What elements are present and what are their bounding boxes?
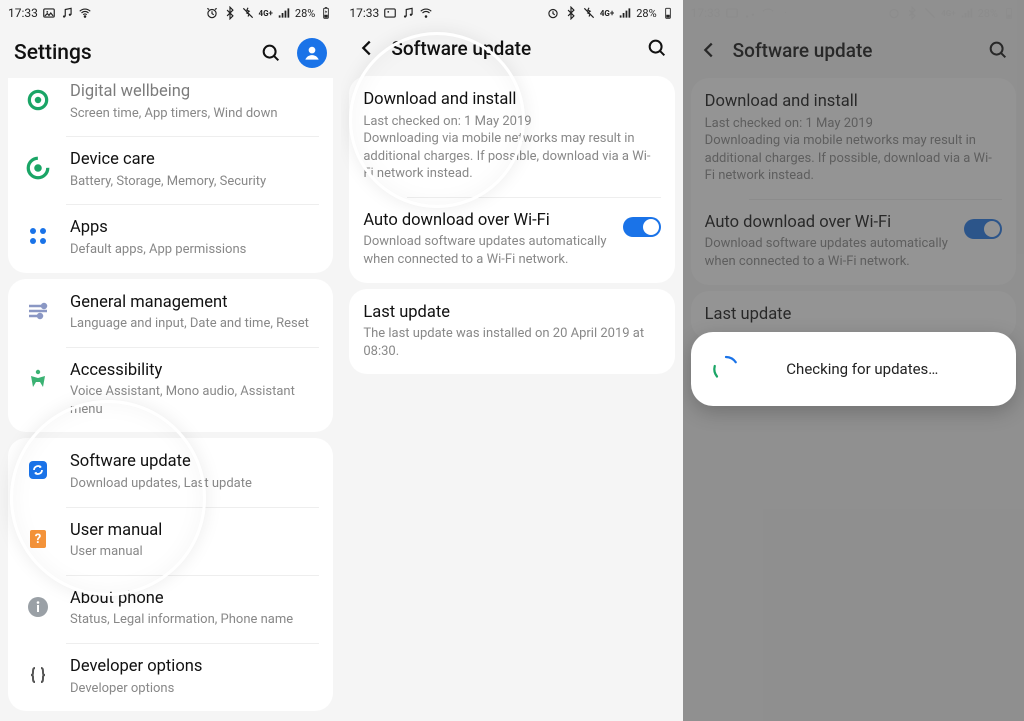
item-subtitle: Battery, Storage, Memory, Security bbox=[70, 173, 319, 191]
item-last-update[interactable]: Last update The last update was installe… bbox=[349, 289, 674, 375]
item-subtitle: Default apps, App permissions bbox=[70, 241, 319, 259]
item-title: User manual bbox=[70, 521, 319, 542]
auto-download-toggle[interactable] bbox=[623, 217, 661, 237]
status-bar: 17:33 4G+ 28% bbox=[341, 0, 682, 26]
settings-item-user-manual[interactable]: ? User manual User manual bbox=[8, 507, 333, 575]
page-title: Software update bbox=[391, 37, 632, 60]
item-title: Device care bbox=[70, 150, 319, 171]
checking-updates-dialog: Checking for updates… bbox=[691, 332, 1016, 406]
page-title: Settings bbox=[14, 41, 247, 65]
item-subtitle: Download software updates automatically … bbox=[363, 233, 612, 268]
music-icon bbox=[401, 6, 415, 20]
item-title: Last update bbox=[363, 303, 660, 324]
alarm-icon bbox=[205, 6, 219, 20]
about-icon bbox=[22, 591, 54, 623]
back-button[interactable] bbox=[355, 36, 379, 60]
developer-icon bbox=[22, 659, 54, 691]
wifi-icon bbox=[419, 6, 433, 20]
item-subtitle: Screen time, App timers, Wind down bbox=[70, 105, 319, 123]
status-time: 17:33 bbox=[349, 6, 379, 20]
bluetooth-icon bbox=[223, 6, 237, 20]
item-subtitle: Download updates, Last update bbox=[70, 475, 319, 493]
item-title: Accessibility bbox=[70, 361, 319, 382]
item-subtitle: The last update was installed on 20 Apri… bbox=[363, 325, 660, 360]
settings-item-developer[interactable]: Developer options Developer options bbox=[8, 643, 333, 711]
music-icon bbox=[60, 6, 74, 20]
settings-list[interactable]: Digital wellbeing Screen time, App timer… bbox=[0, 78, 341, 717]
item-title: About phone bbox=[70, 589, 319, 610]
settings-item-about[interactable]: About phone Status, Legal information, P… bbox=[8, 575, 333, 643]
settings-item-devicecare[interactable]: Device care Battery, Storage, Memory, Se… bbox=[8, 136, 333, 204]
settings-item-accessibility[interactable]: Accessibility Voice Assistant, Mono audi… bbox=[8, 347, 333, 433]
software-update-icon bbox=[22, 454, 54, 486]
item-title: Digital wellbeing bbox=[70, 82, 319, 103]
item-title: Developer options bbox=[70, 657, 319, 678]
user-manual-icon: ? bbox=[22, 523, 54, 555]
bluetooth-icon bbox=[564, 6, 578, 20]
battery-icon bbox=[661, 6, 675, 20]
battery-icon bbox=[319, 6, 333, 20]
item-title: Software update bbox=[70, 452, 319, 473]
phone-checking-updates: 17:33 · 4G+ 28% Software update bbox=[683, 0, 1024, 721]
settings-item-software-update[interactable]: Software update Download updates, Last u… bbox=[8, 438, 333, 506]
status-time: 17:33 bbox=[8, 6, 38, 20]
settings-group: General management Language and input, D… bbox=[8, 279, 333, 433]
image-icon bbox=[42, 6, 56, 20]
data-icon: 4G+ bbox=[600, 6, 614, 20]
settings-item-general[interactable]: General management Language and input, D… bbox=[8, 279, 333, 347]
status-bar: 17:33 4G+ 28% bbox=[0, 0, 341, 26]
signal-icon bbox=[618, 6, 632, 20]
item-subtitle: Developer options bbox=[70, 680, 319, 698]
item-title: Auto download over Wi-Fi bbox=[363, 211, 612, 232]
devicecare-icon bbox=[22, 152, 54, 184]
vibrate-icon bbox=[241, 6, 255, 20]
settings-item-apps[interactable]: Apps Default apps, App permissions bbox=[8, 204, 333, 272]
svg-text:?: ? bbox=[35, 532, 41, 547]
wellbeing-icon bbox=[22, 84, 54, 116]
item-subtitle: Voice Assistant, Mono audio, Assistant m… bbox=[70, 383, 319, 418]
item-subtitle: User manual bbox=[70, 543, 319, 561]
settings-group: Last update The last update was installe… bbox=[349, 289, 674, 375]
item-subtitle: Status, Legal information, Phone name bbox=[70, 611, 319, 629]
software-update-header: Software update bbox=[341, 26, 682, 70]
accessibility-icon bbox=[22, 363, 54, 395]
item-auto-download[interactable]: Auto download over Wi-Fi Download softwa… bbox=[349, 197, 674, 283]
account-button[interactable] bbox=[297, 38, 327, 68]
signal-icon bbox=[277, 6, 291, 20]
settings-header: Settings bbox=[0, 26, 341, 78]
general-icon bbox=[22, 295, 54, 327]
settings-item-wellbeing[interactable]: Digital wellbeing Screen time, App timer… bbox=[8, 78, 333, 136]
settings-group: Download and install Last checked on: 1 … bbox=[349, 76, 674, 283]
settings-group: Digital wellbeing Screen time, App timer… bbox=[8, 78, 333, 273]
item-title: Download and install bbox=[363, 90, 660, 111]
apps-icon bbox=[22, 220, 54, 252]
vibrate-icon bbox=[582, 6, 596, 20]
item-subtitle: Last checked on: 1 May 2019 Downloading … bbox=[363, 113, 660, 183]
image-icon bbox=[383, 6, 397, 20]
search-button[interactable] bbox=[645, 36, 669, 60]
alarm-icon bbox=[546, 6, 560, 20]
data-icon: 4G+ bbox=[259, 6, 273, 20]
phone-settings: 17:33 4G+ 28% Settings bbox=[0, 0, 341, 721]
status-battery-text: 28% bbox=[295, 7, 315, 20]
wifi-icon bbox=[78, 6, 92, 20]
phone-software-update: 17:33 4G+ 28% Software update bbox=[341, 0, 682, 721]
item-title: General management bbox=[70, 293, 319, 314]
search-button[interactable] bbox=[259, 41, 283, 65]
status-battery-text: 28% bbox=[636, 7, 656, 20]
dialog-text: Checking for updates… bbox=[759, 360, 996, 378]
item-title: Apps bbox=[70, 218, 319, 239]
item-subtitle: Language and input, Date and time, Reset bbox=[70, 315, 319, 333]
software-update-list[interactable]: Download and install Last checked on: 1 … bbox=[341, 76, 682, 374]
settings-group: Software update Download updates, Last u… bbox=[8, 438, 333, 711]
item-download-install[interactable]: Download and install Last checked on: 1 … bbox=[349, 76, 674, 197]
spinner-icon bbox=[711, 354, 741, 384]
